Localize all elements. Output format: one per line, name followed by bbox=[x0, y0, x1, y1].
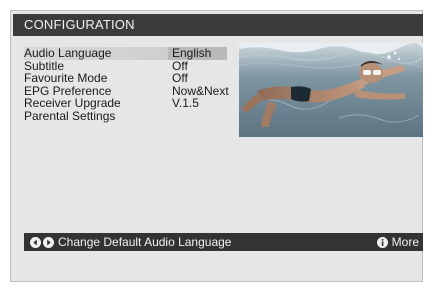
menu-item-label: Parental Settings bbox=[24, 108, 116, 123]
menu-item-value: English bbox=[168, 47, 227, 60]
menu-item-receiver-upgrade[interactable]: Receiver Upgrade V.1.5 bbox=[24, 97, 227, 110]
help-bar-left: Change Default Audio Language bbox=[30, 233, 231, 251]
tv-screen: CONFIGURATION Audio Language English Sub… bbox=[0, 0, 433, 291]
left-arrow-circle-icon bbox=[30, 236, 41, 248]
menu-item-label: Audio Language bbox=[24, 46, 112, 60]
help-bar: Change Default Audio Language More bbox=[24, 233, 423, 251]
menu-item-parental-settings[interactable]: Parental Settings bbox=[24, 108, 227, 123]
swimmer-photo-graphic bbox=[239, 43, 423, 137]
page-title: CONFIGURATION bbox=[13, 14, 423, 36]
help-bar-right[interactable]: More bbox=[376, 233, 419, 251]
info-circle-icon bbox=[376, 236, 388, 248]
menu-item-favourite-mode[interactable]: Favourite Mode Off bbox=[24, 72, 227, 85]
menu-item-label: Favourite Mode bbox=[24, 71, 108, 85]
menu-item-label: Receiver Upgrade bbox=[24, 96, 121, 110]
menu-item-audio-language[interactable]: Audio Language English bbox=[24, 47, 227, 60]
help-text: Change Default Audio Language bbox=[58, 235, 232, 249]
preview-image-swimmer bbox=[239, 43, 423, 137]
more-label: More bbox=[391, 235, 419, 249]
menu-item-value: Off bbox=[172, 71, 188, 85]
menu-item-value: V.1.5 bbox=[172, 96, 199, 110]
right-arrow-circle-icon bbox=[43, 236, 54, 248]
settings-menu: Audio Language English Subtitle Off Favo… bbox=[24, 47, 229, 123]
